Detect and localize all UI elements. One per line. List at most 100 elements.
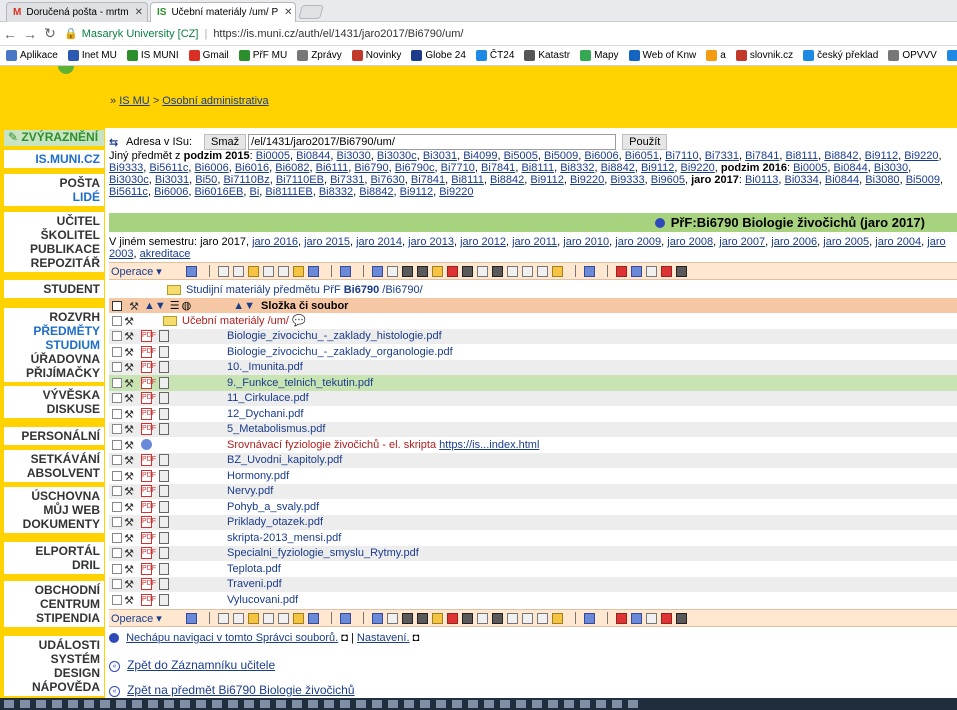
toolbar-action-icon[interactable] [292, 265, 304, 277]
row-checkbox[interactable] [112, 315, 122, 326]
tools-icon[interactable]: ⚒ [123, 470, 135, 483]
taskbar-app-icon[interactable] [516, 700, 526, 708]
tools-icon[interactable]: ⚒ [123, 346, 135, 359]
toolbar-action-icon[interactable] [371, 612, 383, 624]
table-row[interactable]: ⚒ PDF BZ_Uvodni_kapitoly.pdf [109, 452, 957, 468]
breadcrumb-is-mu[interactable]: IS MU [119, 95, 150, 107]
toolbar-action-icon[interactable] [506, 612, 518, 624]
toolbar-action-icon[interactable] [521, 612, 533, 624]
file-name[interactable]: Pohyb_a_svaly.pdf [227, 501, 319, 513]
taskbar-app-icon[interactable] [68, 700, 78, 708]
taskbar-app-icon[interactable] [436, 700, 446, 708]
back-arrow-icon[interactable]: ← [0, 24, 20, 44]
subject-link[interactable]: Bi5611c [149, 162, 188, 174]
sidebar-item-p-ij-ma-ky[interactable]: PŘIJÍMAČKY [4, 366, 100, 380]
subject-link[interactable]: Bi7110Bz [223, 174, 269, 186]
sidebar-item-student[interactable]: STUDENT [4, 282, 100, 296]
file-name[interactable]: 9._Funkce_telnich_tekutin.pdf [227, 377, 373, 389]
tools-icon[interactable]: ⚒ [123, 454, 135, 467]
file-name[interactable]: 10._Imunita.pdf [227, 361, 303, 373]
toolbar-action-icon[interactable] [307, 265, 319, 277]
taskbar-app-icon[interactable] [628, 700, 638, 708]
toolbar-action-icon[interactable] [277, 612, 289, 624]
taskbar-app-icon[interactable] [532, 700, 542, 708]
subject-link[interactable]: Bi9220 [570, 174, 604, 186]
file-url-link[interactable]: https://is...index.html [439, 439, 539, 451]
toolbar-action-icon[interactable] [386, 265, 398, 277]
address-input[interactable]: /el/1431/jaro2017/Bi6790/um/ [248, 134, 617, 150]
semester-link[interactable]: jaro 2014 [356, 236, 402, 248]
file-name[interactable]: Biologie_zivocichu_-_zaklady_histologie.… [227, 330, 442, 342]
bookmark-item[interactable]: Zprávy [297, 50, 342, 61]
file-name[interactable]: 12_Dychani.pdf [227, 408, 303, 420]
bookmark-item[interactable]: Novinky [351, 50, 401, 61]
toolbar-action-icon[interactable] [660, 612, 672, 624]
back-teacher-link[interactable]: Zpět do Záznamníku učitele [127, 658, 275, 672]
taskbar-app-icon[interactable] [372, 700, 382, 708]
file-name[interactable]: BZ_Uvodni_kapitoly.pdf [227, 454, 342, 466]
taskbar-app-icon[interactable] [196, 700, 206, 708]
subject-link[interactable]: Bi0005 [793, 162, 827, 174]
sidebar-item-studium[interactable]: STUDIUM [4, 338, 100, 352]
taskbar-app-icon[interactable] [404, 700, 414, 708]
taskbar-app-icon[interactable] [36, 700, 46, 708]
toolbar-action-icon[interactable] [446, 612, 458, 624]
subject-link[interactable]: Bi6006 [154, 186, 188, 198]
sidebar-item-syst-m[interactable]: SYSTÉM [4, 652, 100, 666]
tools-icon[interactable]: ⚒ [123, 392, 135, 405]
file-name[interactable]: Srovnávací fyziologie živočichů - el. sk… [227, 439, 436, 451]
subject-link[interactable]: Bi3080 [865, 174, 899, 186]
taskbar-app-icon[interactable] [564, 700, 574, 708]
tools-icon[interactable]: ⚒ [123, 439, 135, 452]
toolbar-action-icon[interactable] [645, 612, 657, 624]
file-name[interactable]: Priklady_otazek.pdf [227, 516, 323, 528]
taskbar-app-icon[interactable] [276, 700, 286, 708]
taskbar-app-icon[interactable] [180, 700, 190, 708]
taskbar-app-icon[interactable] [596, 700, 606, 708]
taskbar-app-icon[interactable] [52, 700, 62, 708]
toolbar-action-icon[interactable] [461, 265, 473, 277]
toolbar-action-icon[interactable] [262, 612, 274, 624]
clear-button[interactable]: Smaž [204, 134, 247, 150]
subject-link[interactable]: Bi6051 [625, 150, 659, 162]
toolbar-action-icon[interactable] [615, 265, 627, 277]
taskbar-app-icon[interactable] [84, 700, 94, 708]
table-row[interactable]: ⚒ PDF 9._Funkce_telnich_tekutin.pdf [109, 375, 957, 391]
semester-link[interactable]: jaro 2013 [408, 236, 454, 248]
sidebar-item-lid-[interactable]: LIDÉ [4, 190, 100, 204]
sidebar-item-u-itel[interactable]: UČITEL [4, 214, 100, 228]
toolbar-action-icon[interactable] [416, 612, 428, 624]
bookmark-item[interactable]: Globe 24 [411, 50, 466, 61]
sidebar-item--adovna[interactable]: ÚŘADOVNA [4, 352, 100, 366]
sort-icon[interactable]: ▲▼ [144, 300, 166, 312]
table-row[interactable]: ⚒ PDF 11_Cirkulace.pdf [109, 390, 957, 406]
bookmark-item[interactable]: OPVVV [888, 50, 937, 61]
back-subject-link[interactable]: Zpět na předmět Bi6790 Biologie živočich… [127, 683, 354, 697]
file-name[interactable]: Biologie_zivocichu_-_zaklady_organologie… [227, 346, 453, 358]
subject-link[interactable]: Bi3031 [423, 150, 457, 162]
table-row[interactable]: ⚒ PDF Priklady_otazek.pdf [109, 514, 957, 530]
taskbar-app-icon[interactable] [324, 700, 334, 708]
toolbar-action-icon[interactable] [521, 265, 533, 277]
subject-link[interactable]: Bi3031 [155, 174, 189, 186]
subject-link[interactable]: Bi6111 [316, 162, 349, 174]
toolbar-action-icon[interactable] [491, 265, 503, 277]
toolbar-action-icon[interactable] [536, 612, 548, 624]
bookmark-item[interactable]: Katastr [524, 50, 570, 61]
sidebar-item-n-pov-da[interactable]: NÁPOVĚDA [4, 680, 100, 694]
taskbar-app-icon[interactable] [228, 700, 238, 708]
subject-link[interactable]: Bi9220 [439, 186, 473, 198]
table-row[interactable]: ⚒ PDF skripta-2013_mensi.pdf [109, 530, 957, 546]
taskbar-app-icon[interactable] [388, 700, 398, 708]
subject-link[interactable]: Bi9220 [904, 150, 938, 162]
table-row[interactable]: ⚒ PDF Teplota.pdf [109, 561, 957, 577]
row-checkbox[interactable] [112, 579, 122, 590]
subject-link[interactable]: Bi8111 [451, 174, 484, 186]
row-checkbox[interactable] [112, 393, 122, 404]
semester-link[interactable]: jaro 2009 [615, 236, 661, 248]
subject-link[interactable]: Bi6790c [395, 162, 435, 174]
taskbar-app-icon[interactable] [148, 700, 158, 708]
toolbar-action-icon[interactable] [386, 612, 398, 624]
table-row[interactable]: ⚒ PDF Biologie_zivocichu_-_zaklady_organol… [109, 344, 957, 360]
taskbar-app-icon[interactable] [580, 700, 590, 708]
